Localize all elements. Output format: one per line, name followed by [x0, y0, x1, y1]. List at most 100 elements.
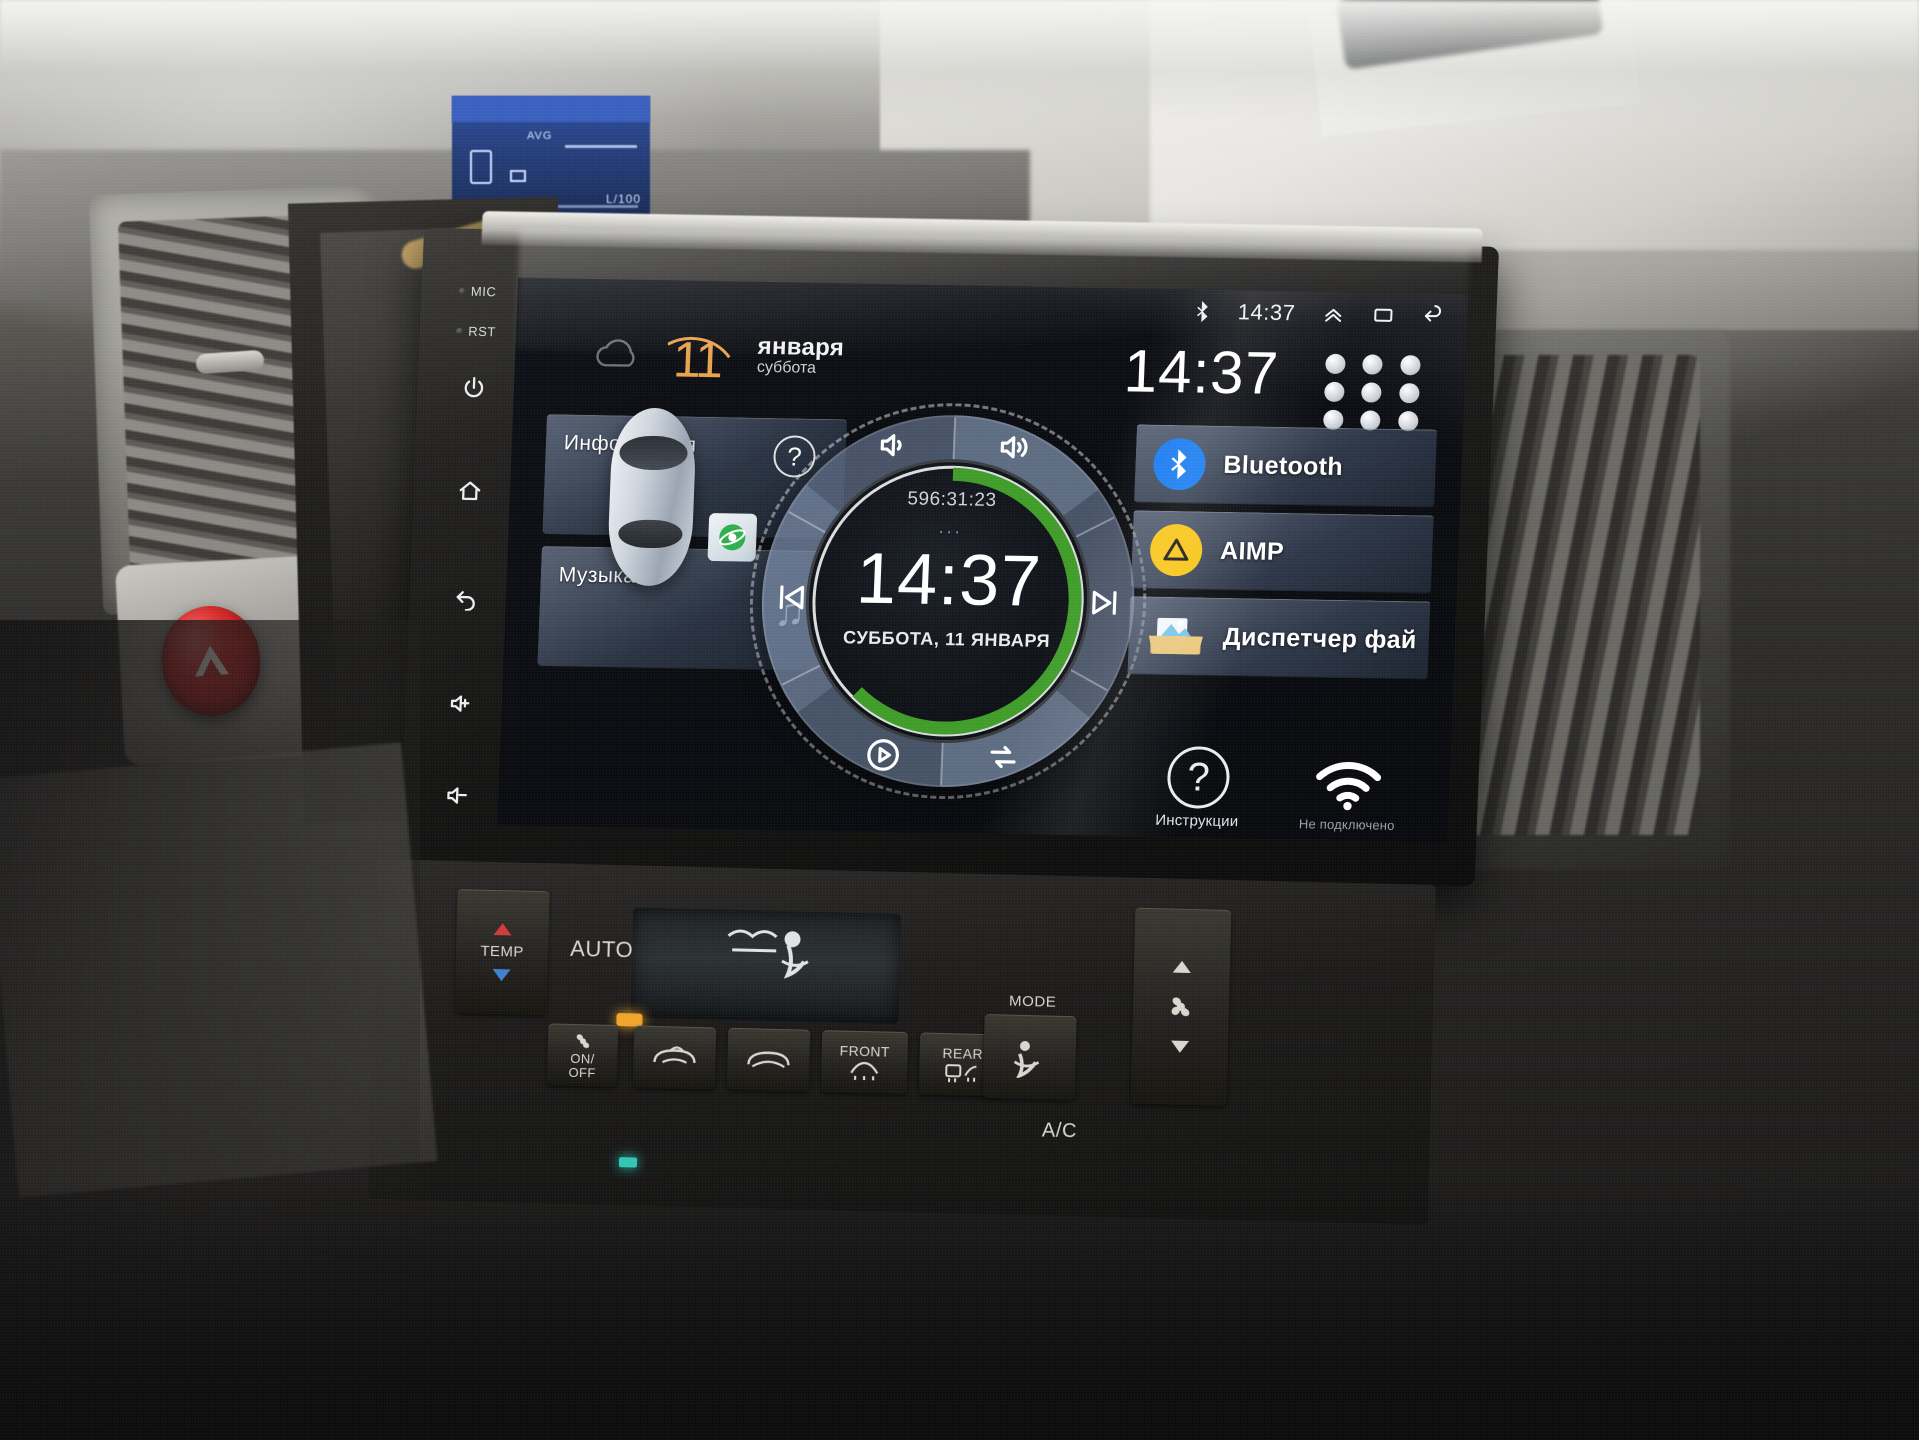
- volume-low-icon[interactable]: [875, 426, 914, 465]
- next-track-icon[interactable]: [1085, 584, 1124, 623]
- mid-gauge-bar: [565, 145, 637, 148]
- chevron-up-icon[interactable]: [1321, 302, 1346, 326]
- app-grid-icon[interactable]: [1322, 353, 1429, 432]
- airflow-indicator: [727, 929, 809, 979]
- bottom-shadow-overlay: [0, 1180, 1919, 1440]
- volume-up-icon: [450, 695, 470, 712]
- bottom-shortcut-row: ? Инструкции Не подключено: [1121, 724, 1425, 833]
- app-grid-dot: [1399, 355, 1421, 376]
- power-key[interactable]: [443, 374, 504, 406]
- reset-pinhole[interactable]: RST: [446, 322, 507, 341]
- head-unit-screen[interactable]: 14:37 11 января суббота 14:37 ? Музыка 5…: [497, 277, 1469, 842]
- triangle-up-icon[interactable]: [1172, 960, 1192, 974]
- app-file-manager[interactable]: Диспетчер фай: [1127, 596, 1431, 680]
- home-key[interactable]: [439, 477, 500, 509]
- back-arrow-icon: [456, 591, 475, 612]
- volume-down-key[interactable]: [428, 782, 489, 814]
- status-bar-time: 14:37: [1237, 299, 1296, 326]
- question-mark-icon: ?: [1166, 745, 1231, 810]
- lower-indicator-led: [618, 1157, 638, 1168]
- mid-unit-label: L/100: [606, 192, 642, 206]
- triangle-down-icon[interactable]: [492, 968, 511, 982]
- header-weekday: суббота: [756, 358, 817, 378]
- door-open-icon: [510, 170, 526, 182]
- bluetooth-glyph: [1171, 449, 1187, 480]
- front-defrost-button[interactable]: FRONT: [820, 1030, 909, 1095]
- recents-icon[interactable]: [1371, 303, 1396, 327]
- app-grid-dot: [1398, 383, 1420, 404]
- mid-avg-label: AVG: [527, 130, 553, 142]
- car-rear-window: [617, 519, 683, 549]
- app-file-manager-label: Диспетчер фай: [1222, 622, 1418, 654]
- file-manager-glyph: [1148, 617, 1203, 655]
- right-app-list: Bluetooth AIMP Диспетчер фай: [1127, 424, 1438, 687]
- fan-icon: [576, 1034, 590, 1049]
- instructions-shortcut[interactable]: ? Инструкции: [1121, 724, 1275, 831]
- rear-defrost-icon: [945, 1064, 977, 1083]
- header-clock: 14:37: [1122, 337, 1281, 407]
- volume-high-icon[interactable]: [995, 428, 1034, 467]
- triangle-down-icon[interactable]: [1170, 1040, 1190, 1054]
- recirculation-button[interactable]: [632, 1025, 717, 1090]
- temperature-control[interactable]: TEMP: [454, 889, 550, 1016]
- wifi-shortcut[interactable]: Не подключено: [1271, 727, 1425, 834]
- fan-speed-control[interactable]: [1130, 907, 1232, 1106]
- aimp-glyph: [1163, 538, 1189, 561]
- reset-hole-icon[interactable]: [456, 327, 464, 335]
- bluetooth-icon: [1197, 301, 1209, 323]
- car-top-view-graphic: [606, 407, 698, 587]
- climate-lcd-display: [630, 907, 902, 1024]
- fresh-air-icon: [747, 1051, 790, 1069]
- back-key[interactable]: [435, 584, 496, 616]
- climate-control-panel: TEMP AUTO ON/ OFF FRONT REAR MODE A/C: [368, 859, 1436, 1225]
- fresh-air-button[interactable]: [726, 1027, 811, 1092]
- app-grid-dot: [1361, 382, 1383, 403]
- app-grid-dot: [1362, 354, 1384, 375]
- dial-clock-time: 14:37: [854, 538, 1044, 622]
- repeat-icon[interactable]: [983, 738, 1022, 777]
- windshield-glare: [0, 0, 1919, 120]
- day-number-graphic: 11: [667, 331, 731, 388]
- app-grid-dot: [1323, 381, 1345, 403]
- rear-defrost-label: REAR: [942, 1044, 984, 1062]
- clock-dial-widget[interactable]: 596:31:23 ... 14:37 СУББОТА, 11 ЯНВАРЯ: [742, 399, 1154, 803]
- header-date-block: января суббота: [756, 332, 845, 379]
- screenshot-root: AVG L/100 MIC RST 14:37 11 января суббот…: [0, 0, 1919, 1440]
- front-defrost-icon: [850, 1062, 879, 1081]
- mic-pinhole: MIC: [447, 282, 508, 301]
- mic-hole-icon: [458, 287, 467, 295]
- home-icon: [459, 481, 481, 501]
- fuel-pump-icon: [470, 150, 492, 184]
- front-defrost-label: FRONT: [839, 1042, 891, 1060]
- triangle-up-icon[interactable]: [493, 923, 512, 936]
- auto-label[interactable]: AUTO: [570, 936, 634, 964]
- mode-icon: [1013, 1041, 1040, 1079]
- volume-down-icon: [447, 787, 467, 804]
- mode-button[interactable]: [982, 1014, 1077, 1101]
- temp-label: TEMP: [480, 943, 524, 962]
- app-bluetooth-label: Bluetooth: [1222, 450, 1344, 481]
- bluetooth-icon: [1152, 437, 1207, 491]
- fan-icon: [1171, 997, 1190, 1017]
- instructions-label: Инструкции: [1154, 811, 1239, 831]
- play-icon[interactable]: [863, 736, 902, 775]
- android-head-unit: MIC RST 14:37 11 января суббота 14:37 ? …: [399, 211, 1500, 887]
- volume-up-key[interactable]: [431, 690, 492, 722]
- app-aimp-label: AIMP: [1219, 536, 1285, 566]
- app-bluetooth[interactable]: Bluetooth: [1133, 424, 1438, 508]
- navigation-globe-icon[interactable]: [707, 512, 758, 562]
- weather-icon: [596, 339, 635, 367]
- header-month: января: [757, 332, 845, 362]
- fan-onoff-label: ON/ OFF: [568, 1051, 596, 1081]
- fan-onoff-button[interactable]: ON/ OFF: [546, 1023, 619, 1088]
- power-icon: [464, 376, 484, 398]
- back-arrow-icon[interactable]: [1421, 303, 1446, 327]
- wifi-status-label: Не подключено: [1298, 816, 1395, 833]
- car-windshield: [618, 435, 689, 471]
- globe-glyph: [719, 524, 746, 551]
- ac-label[interactable]: A/C: [1042, 1119, 1078, 1143]
- recirculation-icon: [653, 1046, 696, 1064]
- app-aimp[interactable]: AIMP: [1130, 510, 1434, 594]
- mode-label: MODE: [1008, 992, 1057, 1011]
- prev-track-icon[interactable]: [771, 578, 810, 617]
